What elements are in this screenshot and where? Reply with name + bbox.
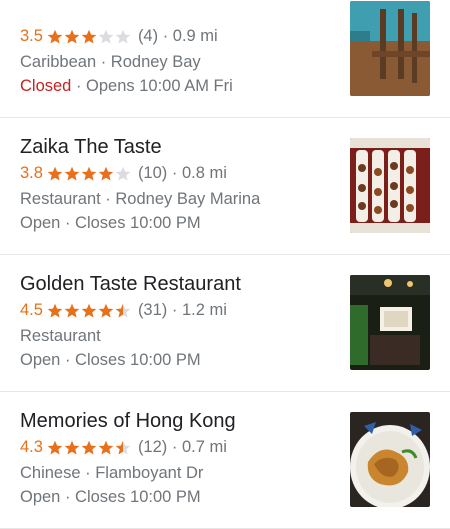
result-name[interactable]: Golden Taste Restaurant [20,273,241,296]
rating-value: 4.5 [20,301,43,319]
star-icon [47,440,63,454]
food-platter-photo[interactable] [350,138,430,233]
rating-row: 3.8 (10) · 0.8 mi [20,164,227,183]
star-icon [64,29,80,43]
star-icon [64,166,80,180]
star-icon [47,166,63,180]
separator: · [167,438,182,456]
rating-value: 3.8 [20,164,43,182]
restaurant-interior-photo[interactable] [350,1,430,96]
star-icon [115,303,131,317]
status-badge: Open [20,351,61,369]
star-icon [81,303,97,317]
category-address: Restaurant [20,327,101,345]
star-icon [64,440,80,454]
star-icon [47,29,63,43]
separator: · [158,27,173,45]
distance: 1.2 mi [181,301,227,319]
star-icon [98,166,114,180]
distance: 0.7 mi [181,438,227,456]
review-count: (10) [137,164,168,182]
star-rating [47,166,132,182]
status-badge: Open [20,488,61,506]
star-icon [115,29,131,43]
review-count: (31) [137,301,168,319]
star-icon [98,440,114,454]
distance: 0.9 mi [172,27,218,45]
hours-line: Closed · Opens 10:00 AM Fri [20,77,233,96]
result-card[interactable]: 3.5 (4) · 0.9 mi Caribbean · Rodney Bay … [0,0,450,118]
restaurant-night-photo[interactable] [350,275,430,370]
category-address: Chinese · Flamboyant Dr [20,464,204,482]
review-count: (4) [137,27,159,45]
hours-line: Open · Closes 10:00 PM [20,351,201,370]
result-name[interactable]: Zaika The Taste [20,136,162,159]
star-rating [47,440,132,456]
separator: · [167,301,182,319]
rating-value: 3.5 [20,27,43,45]
rating-row: 3.5 (4) · 0.9 mi [20,27,218,46]
star-rating [47,29,132,45]
star-icon [115,166,131,180]
star-icon [115,440,131,454]
star-icon [47,303,63,317]
result-card[interactable]: Zaika The Taste 3.8 (10) · 0.8 mi Restau… [0,118,450,255]
status-badge: Open [20,214,61,232]
hours-line: Open · Closes 10:00 PM [20,214,201,233]
review-count: (12) [137,438,168,456]
result-card[interactable]: Golden Taste Restaurant 4.5 (31) · 1.2 m… [0,255,450,392]
category-address: Restaurant · Rodney Bay Marina [20,190,261,208]
status-badge: Closed [20,77,72,95]
star-icon [81,29,97,43]
rating-row: 4.3 (12) · 0.7 mi [20,438,227,457]
star-icon [98,303,114,317]
star-icon [81,166,97,180]
star-rating [47,303,132,319]
distance: 0.8 mi [181,164,227,182]
hours-text: · Opens 10:00 AM Fri [71,77,233,95]
result-card[interactable]: Memories of Hong Kong 4.3 (12) · 0.7 mi … [0,392,450,529]
chinese-dish-photo[interactable] [350,412,430,507]
star-icon [98,29,114,43]
separator: · [167,164,182,182]
hours-text: · Closes 10:00 PM [60,488,201,506]
rating-row: 4.5 (31) · 1.2 mi [20,301,227,320]
hours-text: · Closes 10:00 PM [60,351,201,369]
hours-text: · Closes 10:00 PM [60,214,201,232]
star-icon [81,440,97,454]
rating-value: 4.3 [20,438,43,456]
hours-line: Open · Closes 10:00 PM [20,488,201,507]
star-icon [64,303,80,317]
category-address: Caribbean · Rodney Bay [20,53,201,71]
result-name[interactable]: Memories of Hong Kong [20,410,236,433]
